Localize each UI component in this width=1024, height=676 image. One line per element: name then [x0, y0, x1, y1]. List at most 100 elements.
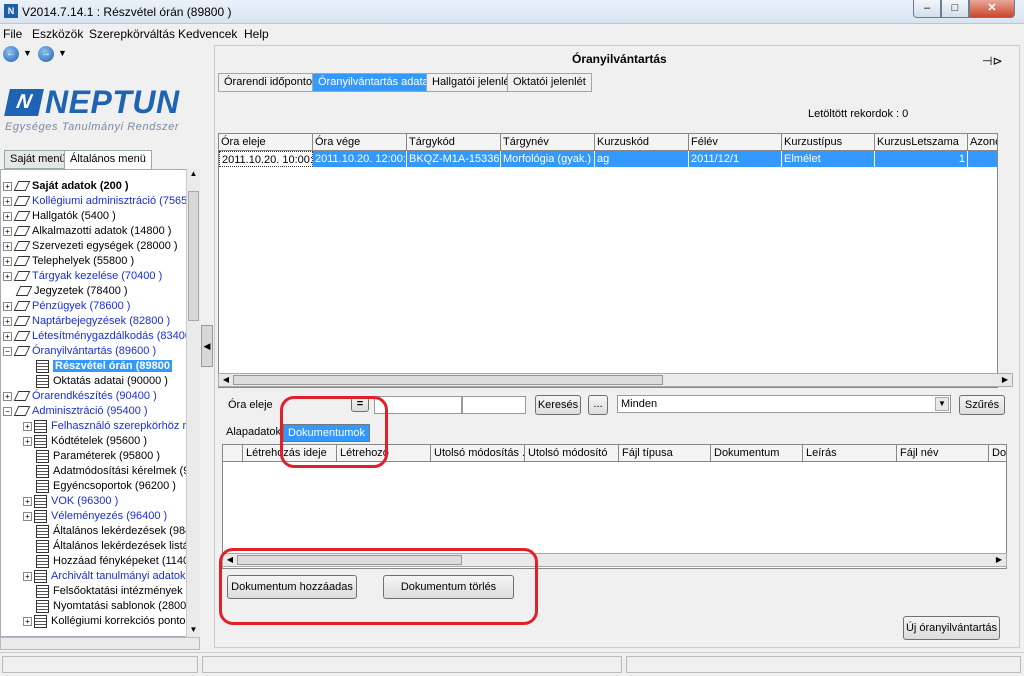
back-dropdown-icon[interactable]: ▼ [23, 48, 32, 58]
table-cell[interactable]: 2011.10.20. 12:00:0 [313, 151, 407, 167]
tree-item[interactable]: − Óranyilvántartás (89600 ) [3, 344, 156, 359]
col-header[interactable]: Utolsó módosítás ... [431, 445, 525, 462]
tree-item[interactable]: + Szervezeti egységek (28000 ) [3, 239, 178, 254]
col-header[interactable]: Félév [689, 134, 782, 151]
tree-item[interactable]: + Saját adatok (200 ) [3, 179, 129, 194]
col-header[interactable]: Fájl név [897, 445, 989, 462]
tree-item[interactable]: + Órarendkészítés (90400 ) [3, 389, 157, 404]
tree-item[interactable]: + VOK (96300 ) [23, 494, 118, 509]
close-button[interactable]: ✕ [969, 0, 1015, 18]
col-header[interactable]: Óra eleje [219, 134, 313, 151]
forward-arrow-icon[interactable]: → [38, 46, 54, 62]
table-cell[interactable]: 1 [875, 151, 968, 167]
scroll-thumb[interactable] [233, 375, 663, 385]
col-header[interactable]: Dokumentum [711, 445, 803, 462]
col-header[interactable]: KurzusLetszama [875, 134, 968, 151]
menu-help[interactable]: Help [244, 27, 269, 41]
col-header[interactable] [223, 445, 243, 462]
expand-icon[interactable]: + [3, 316, 12, 326]
col-header[interactable]: Kurzustípus [782, 134, 875, 151]
tree-item[interactable]: + Kollégiumi korrekciós pontok ( [23, 614, 198, 629]
col-header[interactable]: Óra vége [313, 134, 407, 151]
grid-horizontal-scrollbar[interactable]: ◀ ▶ [218, 373, 1013, 387]
menu-szerepkorvaltas[interactable]: Szerepkörváltás [89, 27, 175, 41]
menu-eszkozok[interactable]: Eszközök [32, 27, 83, 41]
collapse-panel-button[interactable]: ◀ [201, 325, 213, 367]
tree-horizontal-scrollbar[interactable] [0, 637, 200, 650]
tab-hallgatoi-jelenlet[interactable]: Hallgatói jelenlét [426, 73, 519, 92]
tree-vertical-scrollbar[interactable]: ▲ ▼ [186, 169, 200, 637]
col-header[interactable]: Tárgykód [407, 134, 501, 151]
tree-item[interactable]: Nyomtatási sablonok (280000 [23, 599, 199, 614]
col-header[interactable]: Kurzuskód [595, 134, 689, 151]
tree-item[interactable]: + Véleményezés (96400 ) [23, 509, 167, 524]
scroll-thumb[interactable] [188, 191, 199, 321]
table-cell[interactable]: Elmélet [782, 151, 875, 167]
table-cell[interactable]: 2011/12/1 [689, 151, 782, 167]
tab-oranyilvantartas-adatai[interactable]: Óranyilvántartás adatai [312, 73, 438, 92]
expand-icon[interactable]: + [3, 301, 12, 311]
col-header[interactable]: Utolsó módosító [525, 445, 619, 462]
expand-icon[interactable]: + [3, 391, 12, 401]
tree-item[interactable]: + Kódtételek (95600 ) [23, 434, 147, 449]
tree-item[interactable]: Adatmódosítási kérelmek (96 [23, 464, 195, 479]
tab-orarendi-idopontok[interactable]: Órarendi időpontok [218, 73, 324, 92]
scroll-up-icon[interactable]: ▲ [187, 169, 200, 181]
maximize-button[interactable]: □ [941, 0, 969, 18]
tree-item[interactable]: + Alkalmazotti adatok (14800 ) [3, 224, 171, 239]
tree-item[interactable]: Részvétel órán (89800 [23, 359, 172, 374]
expand-icon[interactable]: + [23, 616, 32, 626]
tree-item[interactable]: Egyéncsoportok (96200 ) [23, 479, 176, 494]
expand-icon[interactable]: + [23, 436, 32, 446]
expand-icon[interactable]: + [3, 271, 12, 281]
tree-item[interactable]: + Archivált tanulmányi adatok ( [23, 569, 192, 584]
table-cell[interactable]: ag [595, 151, 689, 167]
menu-file[interactable]: File [3, 27, 22, 41]
scroll-right-icon[interactable]: ▶ [998, 374, 1012, 386]
table-cell[interactable]: Morfológia (gyak.) [501, 151, 595, 167]
filter-value2-input[interactable] [462, 396, 526, 414]
collapse-icon[interactable]: − [3, 346, 12, 356]
menu-kedvencek[interactable]: Kedvencek [178, 27, 237, 41]
tab-sajat-menu[interactable]: Saját menü [4, 150, 72, 169]
collapse-icon[interactable]: − [3, 406, 12, 416]
tree-item[interactable]: Paraméterek (95800 ) [23, 449, 160, 464]
forward-dropdown-icon[interactable]: ▼ [58, 48, 67, 58]
col-header[interactable]: Leírás [803, 445, 897, 462]
tree-item[interactable]: Jegyzetek (78400 ) [3, 284, 128, 299]
tree-item[interactable]: Felsőoktatási intézmények list [23, 584, 199, 599]
col-header[interactable]: Azonosító [968, 134, 997, 151]
tree-item[interactable]: + Hallgatók (5400 ) [3, 209, 116, 224]
col-header[interactable]: Do [989, 445, 1006, 462]
table-cell[interactable] [968, 151, 997, 167]
tab-oktatoi-jelenlet[interactable]: Oktatói jelenlét [507, 73, 592, 92]
tree-item[interactable]: + Pénzügyek (78600 ) [3, 299, 130, 314]
expand-icon[interactable]: + [23, 421, 32, 431]
expand-icon[interactable]: + [23, 511, 32, 521]
expand-icon[interactable]: + [3, 331, 12, 341]
expand-icon[interactable]: + [3, 181, 12, 191]
tree-item[interactable]: Általános lekérdezések listája [23, 539, 197, 554]
tab-alapadatok[interactable]: Alapadatok [222, 424, 285, 442]
minimize-button[interactable]: – [913, 0, 941, 18]
chevron-down-icon[interactable]: ▼ [935, 397, 949, 411]
col-header[interactable]: Fájl típusa [619, 445, 711, 462]
tree-item[interactable]: + Kollégiumi adminisztráció (75650 [3, 194, 193, 209]
tree-item[interactable]: Általános lekérdezések (9840 [23, 524, 197, 539]
search-button[interactable]: Keresés [535, 395, 581, 415]
table-cell[interactable]: 2011.10.20. 10:00:0 [219, 151, 313, 167]
tree-item[interactable]: + Naptárbejegyzések (82800 ) [3, 314, 170, 329]
expand-icon[interactable]: + [3, 226, 12, 236]
new-record-button[interactable]: Új óranyilvántartás [903, 616, 1000, 640]
expand-icon[interactable]: + [23, 496, 32, 506]
more-button[interactable]: ... [588, 395, 608, 415]
tree-item[interactable]: − Adminisztráció (95400 ) [3, 404, 148, 419]
expand-icon[interactable]: + [3, 256, 12, 266]
filter-dropdown[interactable]: Minden ▼ [617, 395, 951, 413]
scroll-right-icon[interactable]: ▶ [992, 554, 1006, 566]
tree-item[interactable]: + Telephelyek (55800 ) [3, 254, 134, 269]
filter-button[interactable]: Szűrés [959, 395, 1005, 415]
pin-icon[interactable]: ⊣⊳ [982, 54, 1003, 68]
back-arrow-icon[interactable]: ← [3, 46, 19, 62]
expand-icon[interactable]: + [23, 571, 32, 581]
